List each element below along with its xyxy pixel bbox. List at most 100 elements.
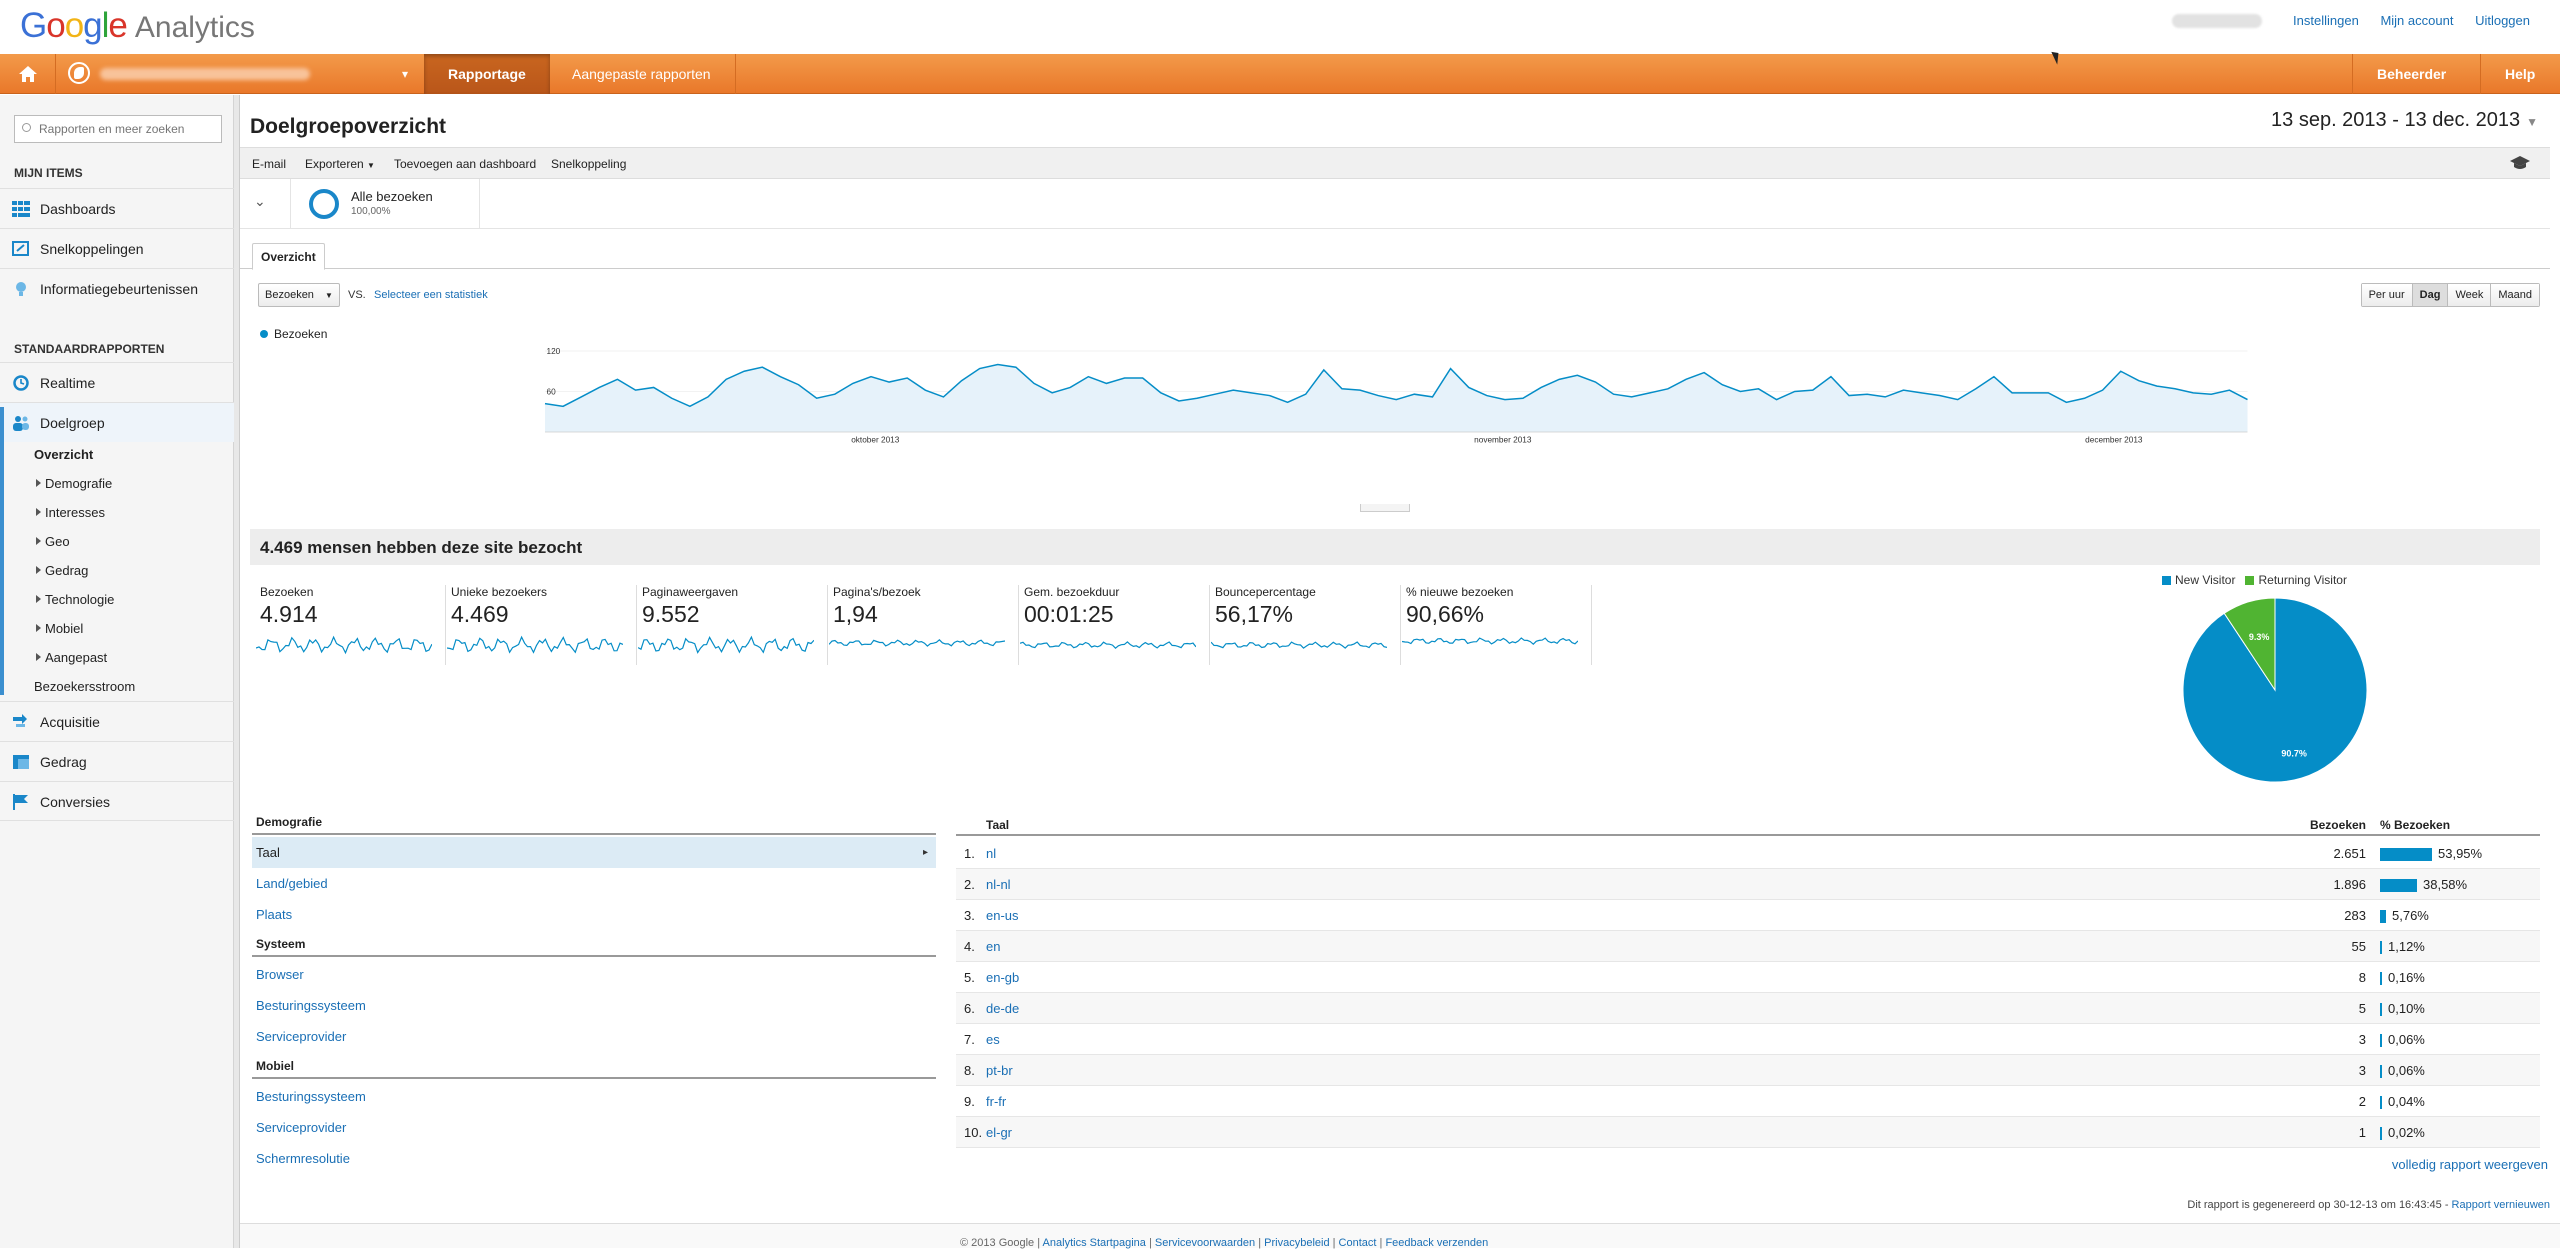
col-visits-pct[interactable]: % Bezoeken [2380,818,2450,832]
sidebar-sub-custom[interactable]: Aangepast [36,650,107,665]
row-language-link[interactable]: en [986,931,1000,962]
sidebar-sub-behavior[interactable]: Gedrag [36,563,88,578]
granularity-month[interactable]: Maand [2490,284,2539,306]
email-button[interactable]: E-mail [252,157,286,171]
row-language-link[interactable]: nl-nl [986,869,1011,900]
footer-link-terms[interactable]: Servicevoorwaarden [1155,1237,1255,1249]
logout-link[interactable]: Uitloggen [2475,13,2530,28]
report-search-input[interactable] [14,115,222,143]
system-link-browser[interactable]: Browser [252,959,936,990]
demo-link-language[interactable]: Taal [252,837,936,868]
sidebar-sub-demographics[interactable]: Demografie [36,476,112,491]
col-visits[interactable]: Bezoeken [2310,818,2366,832]
google-analytics-logo[interactable]: Google Analytics [20,6,255,46]
row-visits: 2.651 [2333,846,2366,861]
select-metric-link[interactable]: Selecteer een statistiek [374,289,488,301]
sidebar-sub-visitor-flow[interactable]: Bezoekersstroom [34,679,135,694]
granularity-week[interactable]: Week [2447,284,2491,306]
behavior-window-icon [13,755,29,769]
sidebar-item-behavior[interactable]: Gedrag [0,741,234,781]
segment-all-visits[interactable]: Alle bezoeken 100,00% [290,179,480,229]
chevron-down-icon[interactable]: ⌄ [254,193,266,210]
home-icon[interactable] [0,54,56,94]
sidebar-sub-overview[interactable]: Overzicht [34,447,93,462]
demo-link-country[interactable]: Land/gebied [252,868,936,899]
metric-tile[interactable]: Bezoeken 4.914 [256,585,446,665]
tab-overview[interactable]: Overzicht [252,243,325,270]
chart-resize-handle[interactable] [1360,504,1410,512]
tab-reporting[interactable]: Rapportage [424,54,550,94]
my-account-link[interactable]: Mijn account [2380,13,2453,28]
sparkline-series [1402,637,1578,646]
tab-admin[interactable]: Beheerder [2352,54,2470,94]
metric-tile[interactable]: Unieke bezoekers 4.469 [447,585,637,665]
row-language-link[interactable]: en-us [986,900,1019,931]
metric-value: 4.914 [260,601,318,627]
row-pct: 5,76% [2392,908,2429,923]
sidebar-sub-interests[interactable]: Interesses [36,505,105,520]
sidebar-item-audience[interactable]: Doelgroep [0,402,234,442]
sidebar-sub-geo[interactable]: Geo [36,534,70,549]
sidebar-sub-label: Demografie [45,476,113,491]
expand-triangle-icon [36,537,41,545]
row-pct: 38,58% [2423,877,2468,892]
series-area [545,364,2248,432]
full-report-link[interactable]: volledig rapport weergeven [2392,1157,2548,1172]
row-language-link[interactable]: en-gb [986,962,1019,993]
graduation-cap-icon[interactable] [2510,156,2530,170]
metric-tile[interactable]: % nieuwe bezoeken 90,66% [1402,585,1592,665]
settings-link[interactable]: Instellingen [2293,13,2359,28]
sidebar-item-intelligence-events[interactable]: Informatiegebeurtenissen [0,268,234,308]
tab-help[interactable]: Help [2480,54,2559,94]
sidebar-item-shortcuts[interactable]: Snelkoppelingen [0,228,234,268]
mobile-link-resolution[interactable]: Schermresolutie [252,1143,936,1174]
sidebar-item-label: Dashboards [40,201,116,217]
system-link-os[interactable]: Besturingssysteem [252,990,936,1021]
row-language-link[interactable]: nl [986,838,996,869]
row-rank: 8. [964,1063,975,1078]
sessions-line-chart[interactable]: 60 120 oktober 2013 november 2013 december 2… [250,345,2550,465]
sidebar-sub-technology[interactable]: Technologie [36,592,114,607]
metric-tile[interactable]: Paginaweergaven 9.552 [638,585,828,665]
footer-link-feedback[interactable]: Feedback verzenden [1385,1237,1488,1249]
metric-tile[interactable]: Bouncepercentage 56,17% [1211,585,1401,665]
logo-analytics-text: Analytics [134,11,255,44]
sidebar-item-acquisition[interactable]: Acquisitie [0,701,234,741]
refresh-report-link[interactable]: Rapport vernieuwen [2452,1199,2550,1211]
visitor-type-pie-chart[interactable]: 90.7% 9.3% [2180,595,2380,795]
sidebar-item-realtime[interactable]: Realtime [0,362,234,402]
demo-link-city[interactable]: Plaats [252,899,936,930]
metric-tile[interactable]: Gem. bezoekduur 00:01:25 [1020,585,1210,665]
row-language-link[interactable]: el-gr [986,1117,1012,1148]
footer-link-contact[interactable]: Contact [1339,1237,1377,1249]
row-pct: 0,06% [2388,1032,2425,1047]
globe-icon[interactable] [68,62,90,84]
property-selector-redacted[interactable] [100,68,310,80]
metric-sparkline [256,635,432,655]
granularity-hourly[interactable]: Per uur [2361,284,2412,306]
report-generated-note: Dit rapport is gegenereerd op 30-12-13 o… [2187,1199,2550,1211]
row-language-link[interactable]: fr-fr [986,1086,1006,1117]
metric-select[interactable]: Bezoeken ▼ [258,283,340,307]
metric-tile[interactable]: Pagina's/bezoek 1,94 [829,585,1019,665]
sidebar-sub-mobile[interactable]: Mobiel [36,621,83,636]
chevron-down-icon[interactable]: ▾ [402,67,408,81]
row-language-link[interactable]: de-de [986,993,1019,1024]
sidebar-item-dashboards[interactable]: Dashboards [0,188,234,228]
row-language-link[interactable]: es [986,1024,1000,1055]
system-link-provider[interactable]: Serviceprovider [252,1021,936,1052]
footer-link-home[interactable]: Analytics Startpagina [1043,1237,1146,1249]
granularity-day[interactable]: Dag [2411,284,2448,306]
row-rank: 5. [964,970,975,985]
mobile-link-provider[interactable]: Serviceprovider [252,1112,936,1143]
sidebar-item-conversions[interactable]: Conversies [0,781,234,821]
legend-swatch [2162,576,2171,585]
row-language-link[interactable]: pt-br [986,1055,1013,1086]
shortcut-button[interactable]: Snelkoppeling [551,157,626,171]
export-button[interactable]: Exporteren ▼ [305,157,375,171]
mobile-link-os[interactable]: Besturingssysteem [252,1081,936,1112]
date-range-picker[interactable]: 13 sep. 2013 - 13 dec. 2013 ▼ [2271,109,2538,132]
add-to-dashboard-button[interactable]: Toevoegen aan dashboard [394,157,536,171]
footer-link-privacy[interactable]: Privacybeleid [1264,1237,1329,1249]
tab-custom-reports[interactable]: Aangepaste rapporten [548,54,736,94]
